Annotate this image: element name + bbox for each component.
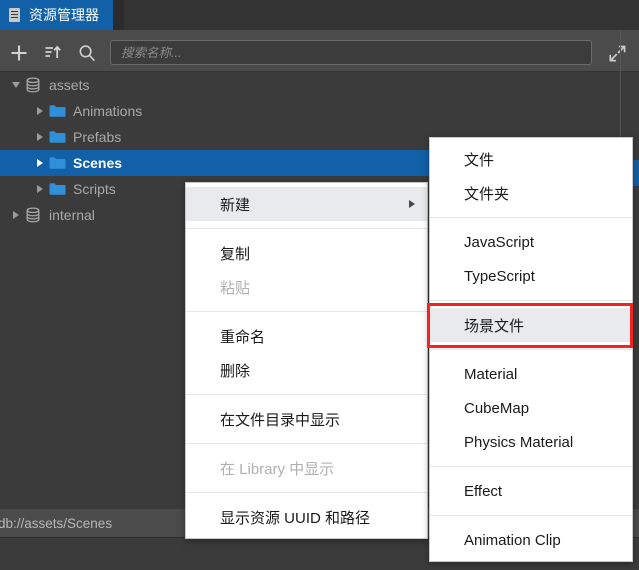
menu-item-javascript[interactable]: JavaScript bbox=[430, 225, 632, 259]
menu-item-label: TypeScript bbox=[464, 267, 535, 285]
menu-item-重命名[interactable]: 重命名 bbox=[186, 319, 427, 353]
chevron-right-icon[interactable] bbox=[32, 176, 48, 202]
tab-bar-empty-area bbox=[124, 0, 639, 30]
menu-item-显示资源-uuid-和路径[interactable]: 显示资源 UUID 和路径 bbox=[186, 500, 427, 534]
menu-item-typescript[interactable]: TypeScript bbox=[430, 259, 632, 293]
menu-item-在文件目录中显示[interactable]: 在文件目录中显示 bbox=[186, 402, 427, 436]
menu-separator bbox=[430, 349, 632, 350]
menu-separator bbox=[186, 394, 427, 395]
chevron-right-icon[interactable] bbox=[32, 150, 48, 176]
menu-item-material[interactable]: Material bbox=[430, 357, 632, 391]
search-input[interactable] bbox=[119, 44, 583, 61]
menu-item-在-library-中显示: 在 Library 中显示 bbox=[186, 451, 427, 485]
menu-item-场景文件[interactable]: 场景文件 bbox=[430, 308, 632, 342]
chevron-down-icon[interactable] bbox=[8, 72, 24, 98]
menu-item-粘贴: 粘贴 bbox=[186, 270, 427, 304]
menu-item-label: 删除 bbox=[220, 362, 251, 380]
tree-item-label: Animations bbox=[73, 103, 143, 119]
menu-item-label: Physics Material bbox=[464, 433, 574, 451]
menu-separator bbox=[186, 228, 427, 229]
menu-item-label: Animation Clip bbox=[464, 531, 561, 549]
menu-item-physics-material[interactable]: Physics Material bbox=[430, 425, 632, 459]
menu-item-复制[interactable]: 复制 bbox=[186, 236, 427, 270]
database-icon bbox=[24, 206, 42, 224]
menu-separator bbox=[430, 515, 632, 516]
menu-item-animation-clip[interactable]: Animation Clip bbox=[430, 523, 632, 557]
tree-item-label: internal bbox=[49, 207, 95, 223]
tree-item-label: assets bbox=[49, 77, 90, 93]
asset-explorer-panel: 资源管理器 assets Animations Prefabs bbox=[0, 0, 639, 570]
chevron-right-icon[interactable] bbox=[32, 124, 48, 150]
tree-item-label: Scripts bbox=[73, 181, 116, 197]
search-icon[interactable] bbox=[74, 40, 100, 66]
plus-icon[interactable] bbox=[6, 40, 32, 66]
sort-icon[interactable] bbox=[40, 40, 66, 66]
menu-item-label: 文件夹 bbox=[464, 185, 510, 203]
menu-item-新建[interactable]: 新建 bbox=[186, 187, 427, 221]
menu-item-effect[interactable]: Effect bbox=[430, 474, 632, 508]
tab-bar: 资源管理器 bbox=[0, 0, 639, 30]
tree-item-label: Scenes bbox=[73, 155, 123, 171]
menu-item-label: 显示资源 UUID 和路径 bbox=[220, 509, 371, 527]
folder-icon bbox=[48, 102, 66, 120]
chevron-right-icon[interactable] bbox=[32, 98, 48, 124]
menu-item-label: 在 Library 中显示 bbox=[220, 460, 335, 478]
tree-item-label: Prefabs bbox=[73, 129, 122, 145]
menu-item-label: 复制 bbox=[220, 245, 251, 263]
tab-label: 资源管理器 bbox=[29, 7, 99, 23]
menu-separator bbox=[430, 466, 632, 467]
menu-item-label: 粘贴 bbox=[220, 279, 251, 297]
menu-separator bbox=[186, 492, 427, 493]
tree-item-assets[interactable]: assets bbox=[0, 72, 639, 98]
menu-item-label: 场景文件 bbox=[464, 317, 525, 335]
tree-item-animations[interactable]: Animations bbox=[0, 98, 639, 124]
folder-icon bbox=[48, 154, 66, 172]
menu-item-label: 在文件目录中显示 bbox=[220, 411, 341, 429]
folder-icon bbox=[48, 180, 66, 198]
status-path: db://assets/Scenes bbox=[0, 515, 113, 531]
menu-separator bbox=[430, 300, 632, 301]
menu-item-cubemap[interactable]: CubeMap bbox=[430, 391, 632, 425]
chevron-right-icon[interactable] bbox=[8, 202, 24, 228]
menu-item-label: 新建 bbox=[220, 196, 251, 214]
context-menu: 新建复制粘贴重命名删除在文件目录中显示在 Library 中显示显示资源 UUI… bbox=[185, 182, 428, 539]
menu-item-label: 重命名 bbox=[220, 328, 266, 346]
folder-icon bbox=[48, 128, 66, 146]
menu-item-label: 文件 bbox=[464, 151, 495, 169]
menu-separator bbox=[186, 443, 427, 444]
expand-arrows-icon[interactable] bbox=[604, 40, 630, 66]
submenu-arrow-icon bbox=[409, 200, 415, 208]
menu-separator bbox=[430, 217, 632, 218]
menu-item-label: Effect bbox=[464, 482, 503, 500]
menu-item-label: JavaScript bbox=[464, 233, 535, 251]
menu-item-文件夹[interactable]: 文件夹 bbox=[430, 176, 632, 210]
tab-asset-explorer[interactable]: 资源管理器 bbox=[0, 0, 113, 30]
menu-item-label: Material bbox=[464, 365, 518, 383]
panel-icon bbox=[8, 7, 22, 23]
database-icon bbox=[24, 76, 42, 94]
menu-separator bbox=[186, 311, 427, 312]
context-submenu-new: 文件文件夹 JavaScript TypeScript 场景文件 Material Cub… bbox=[429, 137, 633, 562]
search-box[interactable] bbox=[110, 40, 592, 65]
menu-item-文件[interactable]: 文件 bbox=[430, 142, 632, 176]
menu-item-删除[interactable]: 删除 bbox=[186, 353, 427, 387]
menu-item-label: CubeMap bbox=[464, 399, 530, 417]
